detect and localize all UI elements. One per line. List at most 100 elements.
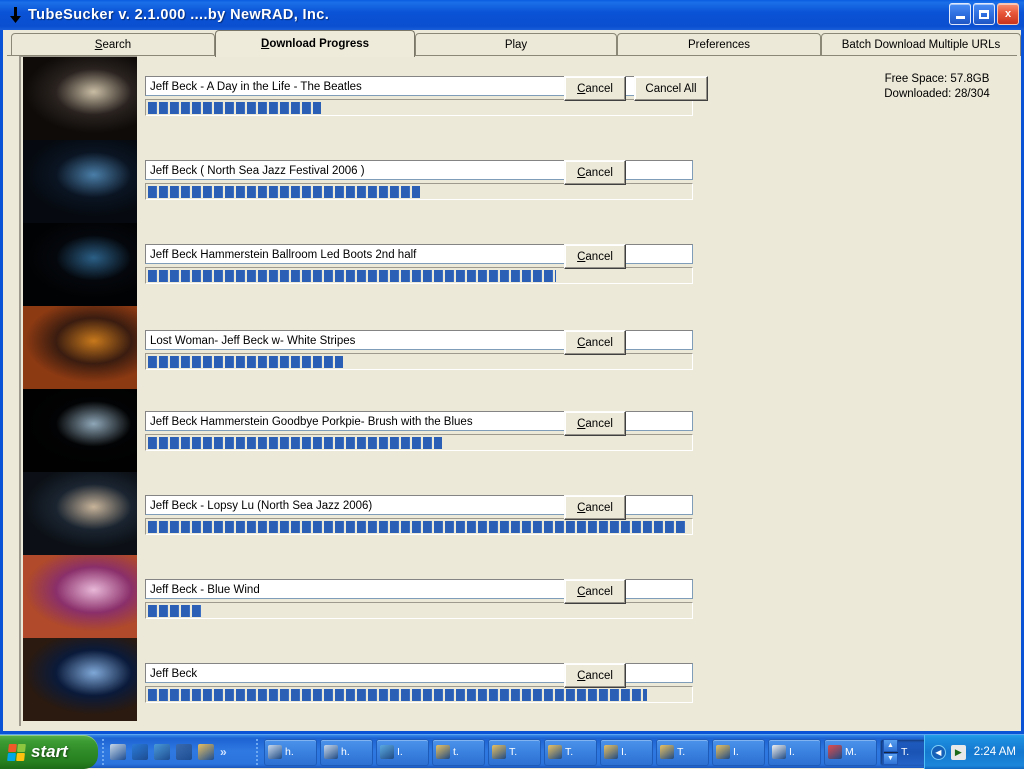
volume-icon[interactable]: ▶ [950, 744, 966, 760]
download-item: Jeff Beck ( North Sea Jazz Festival 2006… [7, 160, 1017, 220]
download-item: Lost Woman- Jeff Beck w- White Stripes Ca… [7, 330, 1017, 390]
taskbar-button[interactable]: I. [768, 738, 821, 766]
close-button[interactable]: x [997, 3, 1019, 25]
quick-launch-bar: » [104, 735, 233, 769]
progress-fill [148, 270, 556, 282]
tab-label: Search [94, 39, 132, 51]
download-progress-bar [145, 602, 693, 619]
download-item: Jeff Beck - Blue Wind Cancel [7, 579, 1017, 639]
taskbar-button-label: h. [341, 746, 350, 758]
progress-fill [148, 102, 321, 114]
cancel-button[interactable]: Cancel [564, 579, 626, 604]
tab-play[interactable]: Play [415, 33, 617, 56]
document-icon [324, 745, 338, 759]
progress-fill [148, 356, 343, 368]
taskbar-button-label: M. [845, 746, 857, 758]
tab-search[interactable]: Search [11, 33, 215, 56]
folder-icon [436, 745, 450, 759]
cancel-button-label: Cancel [577, 336, 613, 349]
task-button-list: h.h.I.t.T.T.I.T.I.I.M.T.S. [264, 738, 989, 766]
taskbar-button[interactable]: I. [600, 738, 653, 766]
download-progress-bar [145, 99, 693, 116]
folder-icon [716, 745, 730, 759]
downloaded-count-label: Downloaded: 28/304 [884, 88, 990, 100]
tab-strip-baseline [7, 55, 1017, 56]
cancel-button[interactable]: Cancel [564, 411, 626, 436]
taskbar-button[interactable]: T. [656, 738, 709, 766]
taskbar-button[interactable]: I. [712, 738, 765, 766]
internet-explorer-icon[interactable] [132, 744, 148, 760]
taskbar-button[interactable]: t. [432, 738, 485, 766]
cancel-button-label: Cancel [577, 250, 613, 263]
taskbar-button[interactable]: h. [320, 738, 373, 766]
progress-fill [148, 605, 203, 617]
show-desktop-icon[interactable] [110, 744, 126, 760]
cancel-button-label: Cancel [577, 82, 613, 95]
download-progress-bar [145, 267, 693, 284]
cancel-button[interactable]: Cancel [564, 244, 626, 269]
start-button[interactable]: start [0, 735, 98, 769]
taskbar-button-label: T. [565, 746, 574, 758]
cancel-button-label: Cancel [577, 585, 613, 598]
cancel-button[interactable]: Cancel [564, 495, 626, 520]
progress-fill [148, 186, 420, 198]
cancel-button-label: Cancel [577, 501, 613, 514]
download-item: Jeff Beck Cancel [7, 663, 1017, 723]
folder-icon[interactable] [198, 744, 214, 760]
cancel-button[interactable]: Cancel [564, 76, 626, 101]
taskbar: start » h.h.I.t.T.T.I.T.I.I.M.T.S. ▲ ▼ ◀… [0, 734, 1024, 769]
download-item: Jeff Beck Hammerstein Ballroom Led Boots… [7, 244, 1017, 304]
window-controls: x [949, 3, 1019, 25]
download-progress-panel: Jeff Beck - A Day in the Life - The Beat… [7, 56, 1017, 728]
progress-fill [148, 689, 647, 701]
download-progress-bar [145, 353, 693, 370]
taskbar-button[interactable]: I. [376, 738, 429, 766]
cancel-button-label: Cancel [577, 417, 613, 430]
folder-icon [604, 745, 618, 759]
taskbar-button[interactable]: h. [264, 738, 317, 766]
start-label: start [31, 742, 68, 761]
taskbar-divider-2 [256, 739, 258, 765]
taskbar-button-label: T. [509, 746, 518, 758]
document-icon [268, 745, 282, 759]
paint-icon [772, 745, 786, 759]
tab-batch-download-multiple-urls[interactable]: Batch Download Multiple URLs [821, 33, 1021, 56]
title-bar: TubeSucker v. 2.1.000 ....by NewRAD, Inc… [0, 0, 1024, 30]
back-arrow-icon[interactable] [176, 744, 192, 760]
media-icon [380, 745, 394, 759]
taskbar-scroll-spinner[interactable]: ▲ ▼ [883, 739, 898, 765]
cancel-button[interactable]: Cancel [564, 663, 626, 688]
cancel-all-button[interactable]: Cancel All [634, 76, 708, 101]
taskbar-scroll-down-button[interactable]: ▼ [883, 752, 898, 765]
taskbar-clock[interactable]: 2:24 AM [974, 746, 1016, 758]
tab-download-progress[interactable]: Download Progress [215, 30, 415, 57]
show-hidden-icons-icon[interactable]: ◀ [930, 744, 946, 760]
tab-label: Preferences [687, 39, 750, 51]
taskbar-button[interactable]: T. [544, 738, 597, 766]
taskbar-button-label: T. [677, 746, 686, 758]
download-progress-bar [145, 434, 693, 451]
taskbar-button-label: I. [733, 746, 739, 758]
quick-launch-overflow-icon[interactable]: » [220, 745, 227, 759]
folder-icon [492, 745, 506, 759]
progress-fill [148, 521, 685, 533]
media-player-icon[interactable] [154, 744, 170, 760]
maximize-button[interactable] [973, 3, 995, 25]
taskbar-button-label: I. [621, 746, 627, 758]
cancel-button[interactable]: Cancel [564, 160, 626, 185]
folder-icon [548, 745, 562, 759]
down-arrow-icon [4, 4, 26, 26]
tab-label: Download Progress [261, 38, 369, 50]
taskbar-scroll-up-button[interactable]: ▲ [883, 739, 898, 752]
download-progress-bar [145, 686, 693, 703]
free-space-label: Free Space: 57.8GB [884, 73, 990, 85]
colors-icon [828, 745, 842, 759]
download-progress-bar [145, 183, 693, 200]
taskbar-button[interactable]: M. [824, 738, 877, 766]
taskbar-button[interactable]: T. [488, 738, 541, 766]
taskbar-button-label: h. [285, 746, 294, 758]
minimize-button[interactable] [949, 3, 971, 25]
cancel-button[interactable]: Cancel [564, 330, 626, 355]
tab-preferences[interactable]: Preferences [617, 33, 821, 56]
download-item: Jeff Beck - Lopsy Lu (North Sea Jazz 200… [7, 495, 1017, 555]
